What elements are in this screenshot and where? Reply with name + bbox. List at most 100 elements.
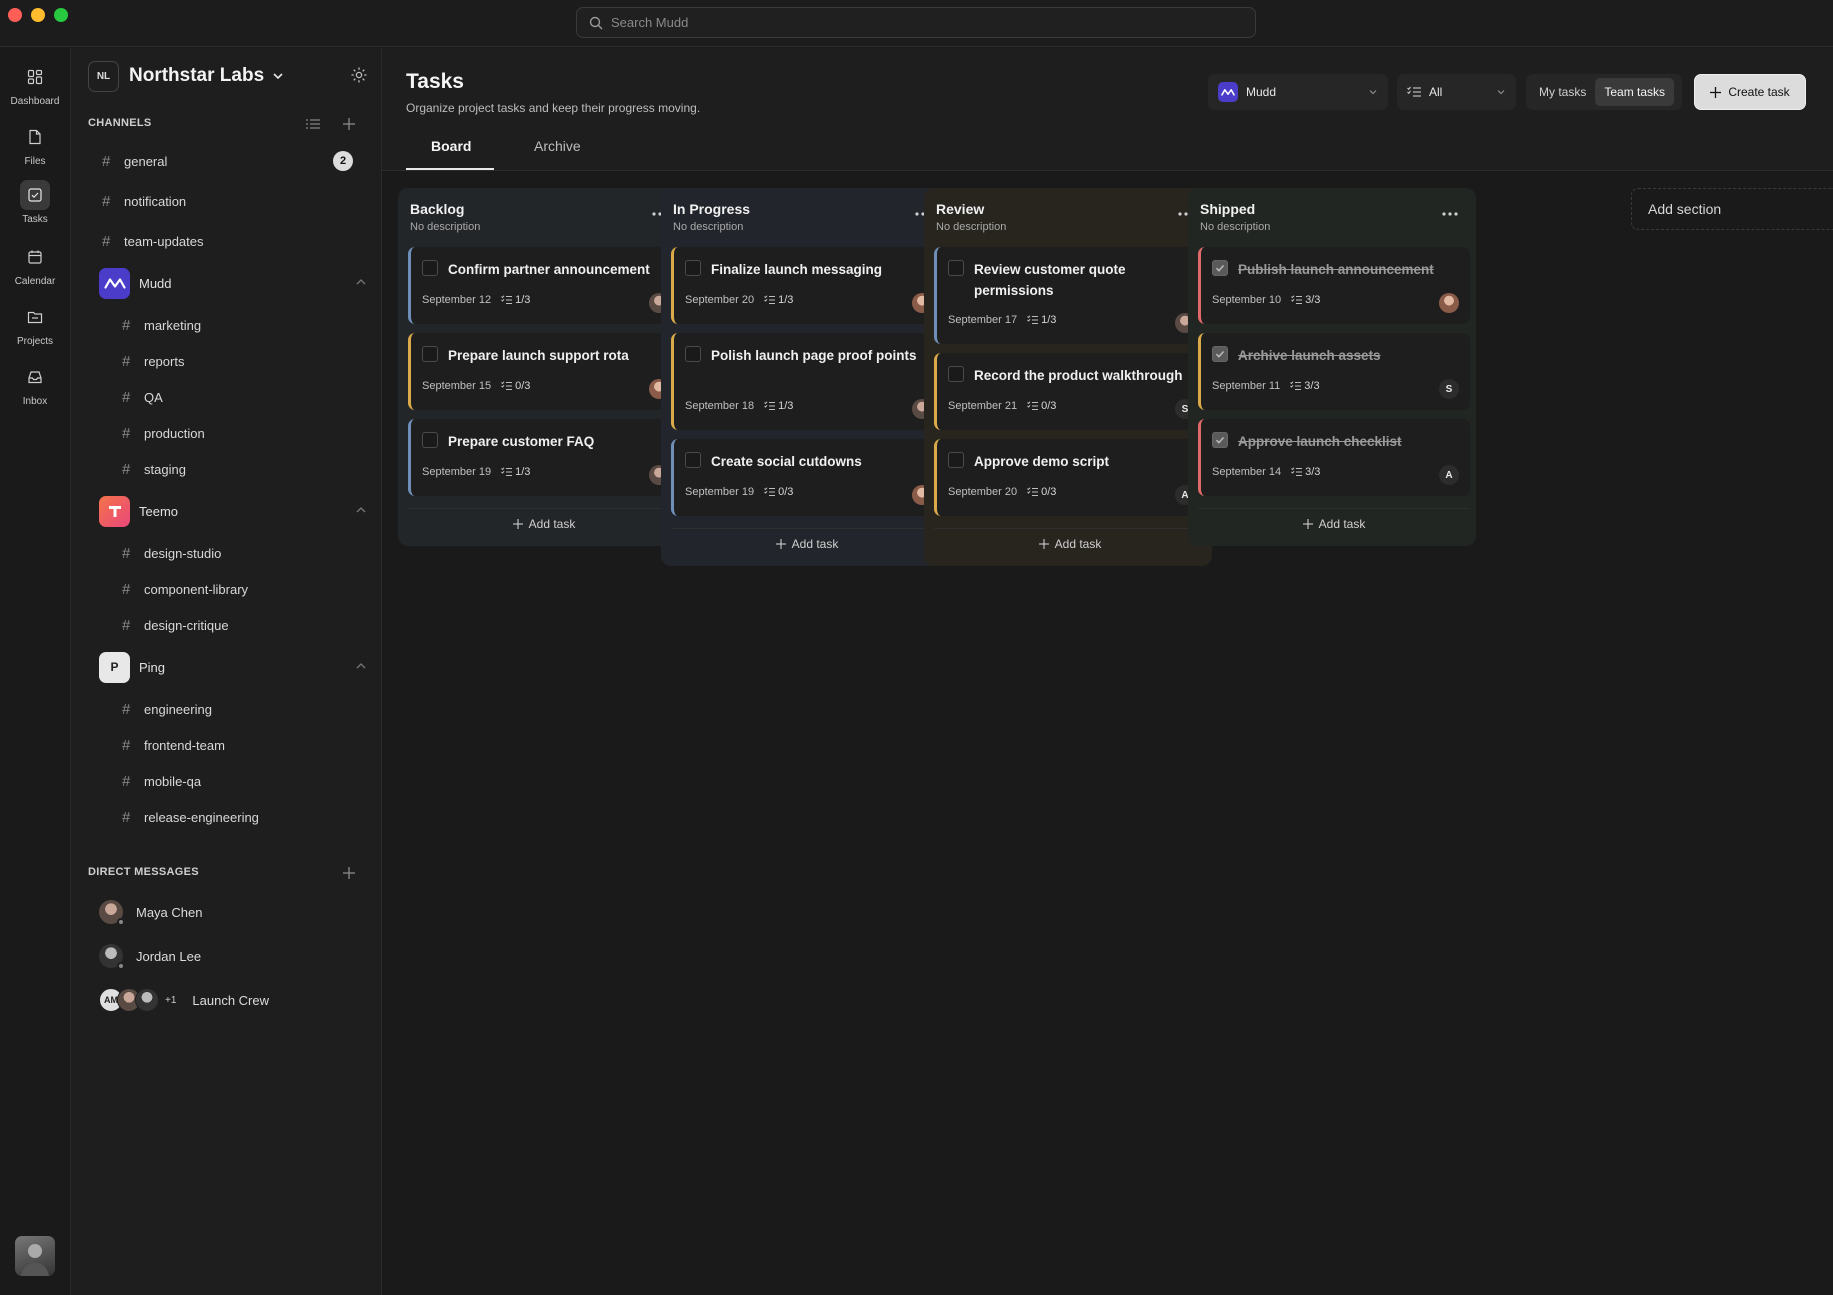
task-card[interactable]: Publish launch announcement September 10 3… [1198,247,1470,324]
rail-inbox[interactable]: Inbox [0,362,70,407]
project-select[interactable]: Mudd [1208,74,1388,110]
search-bar[interactable] [576,7,1256,38]
assignee-avatar[interactable] [1439,293,1459,313]
gear-icon[interactable] [350,66,368,84]
task-title: Archive launch assets [1238,348,1381,363]
channel-production[interactable]: # production [122,418,205,448]
add-task-button[interactable]: Add task [1198,508,1470,538]
user-avatar[interactable] [15,1236,55,1276]
channel-reports[interactable]: # reports [122,346,184,376]
add-task-button[interactable]: Add task [671,528,943,558]
checkmark-icon [1215,264,1225,272]
task-checkbox[interactable] [1212,346,1228,362]
workspace-switcher[interactable]: NL Northstar Labs [88,60,368,92]
subtask-icon [1027,401,1039,410]
task-checkbox[interactable] [948,452,964,468]
channel-component-library[interactable]: # component-library [122,574,248,604]
add-section-button[interactable]: Add section [1631,188,1833,230]
task-checkbox[interactable] [1212,260,1228,276]
rail-tasks[interactable]: Tasks [0,180,70,225]
task-checkbox[interactable] [685,346,701,362]
subtask-progress: 3/3 [1305,294,1321,306]
channel-engineering[interactable]: # engineering [122,694,212,724]
channel-staging[interactable]: # staging [122,454,186,484]
assignee-avatar[interactable]: A [1439,465,1459,485]
channel-design-critique[interactable]: # design-critique [122,610,229,640]
channel-frontend-team[interactable]: # frontend-team [122,730,225,760]
channel-team-updates[interactable]: # team-updates [102,226,204,256]
add-task-button[interactable]: Add task [408,508,680,538]
task-checkbox[interactable] [948,366,964,382]
tab-board[interactable]: Board [431,138,471,154]
task-card[interactable]: Polish launch page proof points September… [671,333,943,430]
task-checkbox[interactable] [948,260,964,276]
task-card[interactable]: Approve launch checklist September 14 3/3 A [1198,419,1470,496]
filter-select[interactable]: All [1397,74,1516,110]
rail-dashboard[interactable]: Dashboard [0,62,70,107]
dm-jordan-lee[interactable]: Jordan Lee [99,939,201,973]
hash-icon: # [122,544,131,562]
task-checkbox[interactable] [685,452,701,468]
group-teemo[interactable]: Teemo [99,494,367,528]
channel-label: general [124,153,168,169]
task-checkbox[interactable] [685,260,701,276]
task-card[interactable]: Finalize launch messaging September 20 1/3 [671,247,943,324]
create-task-button[interactable]: Create task [1694,74,1806,110]
checkmark-icon [1215,436,1225,444]
dm-launch-crew[interactable]: AM +1 Launch Crew [99,983,269,1017]
task-checkbox[interactable] [422,260,438,276]
chevron-up-icon[interactable] [355,660,367,672]
task-checkbox[interactable] [422,432,438,448]
channel-qa[interactable]: # QA [122,382,163,412]
task-meta: September 12 1/3 [422,294,530,306]
task-checkbox[interactable] [1212,432,1228,448]
hash-icon: # [122,772,131,790]
close-window-button[interactable] [8,8,22,22]
channel-mobile-qa[interactable]: # mobile-qa [122,766,201,796]
subtask-progress: 1/3 [778,400,794,412]
due-date: September 20 [685,294,755,306]
maximize-window-button[interactable] [54,8,68,22]
task-card[interactable]: Prepare launch support rota September 15 0… [408,333,680,410]
task-card[interactable]: Prepare customer FAQ September 19 1/3 [408,419,680,496]
channel-general[interactable]: # general [102,146,372,176]
rail-files[interactable]: Files [0,122,70,167]
search-input[interactable] [611,15,1211,30]
subtask-count: 0/3 [501,380,530,392]
hash-icon: # [122,700,131,718]
group-ping[interactable]: P Ping [99,650,367,684]
task-title: Approve demo script [974,454,1110,469]
channel-notification[interactable]: # notification [102,186,186,216]
minimize-window-button[interactable] [31,8,45,22]
hash-icon: # [102,232,111,250]
dm-section-title: DIRECT MESSAGES [88,866,199,878]
task-card[interactable]: Archive launch assets September 11 3/3 S [1198,333,1470,410]
task-meta: September 17 1/3 [948,314,1056,326]
task-meta: September 21 0/3 [948,400,1056,412]
task-card[interactable]: Confirm partner announcement September 12… [408,247,680,324]
channel-marketing[interactable]: # marketing [122,310,201,340]
task-card[interactable]: Create social cutdowns September 19 0/3 [671,439,943,516]
assignee-avatar[interactable]: S [1439,379,1459,399]
add-task-button[interactable]: Add task [934,528,1206,558]
rail-projects[interactable]: Projects [0,302,70,347]
task-checkbox[interactable] [422,346,438,362]
add-dm-icon[interactable] [340,864,358,882]
rail-calendar[interactable]: Calendar [0,242,70,287]
task-card[interactable]: Approve demo script September 20 0/3 A [934,439,1206,516]
team-tasks-button[interactable]: Team tasks [1595,78,1675,106]
more-options-icon[interactable] [1442,212,1458,216]
channel-release-engineering[interactable]: # release-engineering [122,802,259,832]
task-card[interactable]: Review customer quote permissions Septemb… [934,247,1206,344]
add-channel-icon[interactable] [340,115,358,133]
task-card[interactable]: Record the product walkthrough September … [934,353,1206,430]
chevron-up-icon[interactable] [355,276,367,288]
list-icon[interactable] [304,115,322,133]
tab-archive[interactable]: Archive [534,138,581,154]
chevron-up-icon[interactable] [355,504,367,516]
status-dot [117,918,125,926]
group-mudd[interactable]: Mudd [99,266,367,300]
dm-maya-chen[interactable]: Maya Chen [99,895,202,929]
channel-design-studio[interactable]: # design-studio [122,538,221,568]
my-tasks-button[interactable]: My tasks [1530,78,1595,106]
